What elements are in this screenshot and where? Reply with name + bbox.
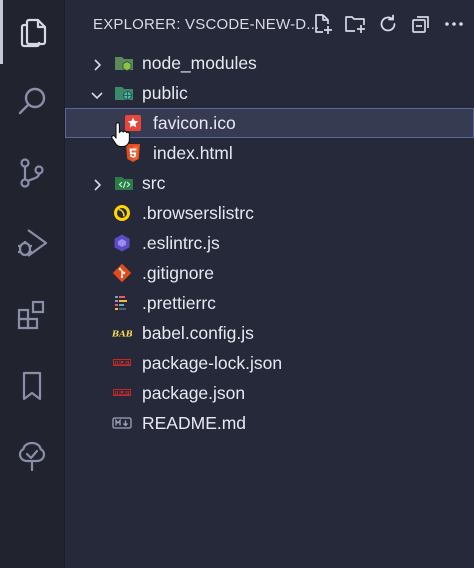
collapse-all-icon xyxy=(412,16,429,33)
tree-item-babel-config[interactable]: BABEL babel.config.js xyxy=(65,318,474,348)
folder-src-icon xyxy=(114,173,134,193)
tree-item-label: package.json xyxy=(142,382,246,403)
chevron-right-icon xyxy=(90,176,104,191)
chevron-down-icon xyxy=(90,86,104,100)
new-folder-button[interactable] xyxy=(343,12,367,36)
explorer-header: EXPLORER: VSCODE-NEW-D... xyxy=(65,0,474,48)
file-tree: node_modules public favicon.ico index.ht… xyxy=(65,48,474,438)
activity-tree-view[interactable] xyxy=(0,425,64,489)
tree-item-label: .browserslistrc xyxy=(142,202,254,223)
browserslist-icon xyxy=(112,203,132,223)
markdown-icon xyxy=(112,413,132,433)
babel-icon: BABEL xyxy=(112,323,132,343)
activity-run-debug[interactable] xyxy=(0,211,64,275)
run-debug-icon xyxy=(18,229,48,257)
activity-extensions[interactable] xyxy=(0,283,64,347)
tree-item-label: babel.config.js xyxy=(142,322,254,343)
tree-item-label: public xyxy=(142,82,188,103)
tree-item-label: .eslintrc.js xyxy=(142,232,220,253)
explorer-title: EXPLORER: VSCODE-NEW-D... xyxy=(93,15,320,33)
new-file-button[interactable] xyxy=(310,12,334,36)
tree-item-prettierrc[interactable]: .prettierrc xyxy=(65,288,474,318)
collapse-all-button[interactable] xyxy=(409,12,433,36)
npm-icon xyxy=(112,353,132,373)
source-control-icon xyxy=(20,158,44,188)
activity-source-control[interactable] xyxy=(0,141,64,205)
tree-item-label: package-lock.json xyxy=(142,352,283,373)
explorer-panel: EXPLORER: VSCODE-NEW-D... node_modules p… xyxy=(65,0,474,568)
tree-item-label: .prettierrc xyxy=(142,292,216,313)
favicon-icon xyxy=(123,113,143,133)
chevron-right-icon xyxy=(90,56,104,71)
tree-icon xyxy=(18,441,46,472)
activity-bar xyxy=(0,0,65,568)
tree-item-package-lock[interactable]: package-lock.json xyxy=(65,348,474,378)
tree-item-label: src xyxy=(142,172,166,193)
prettier-icon xyxy=(112,293,132,313)
tree-item-browserslistrc[interactable]: .browserslistrc xyxy=(65,198,474,228)
explorer-actions xyxy=(310,12,466,36)
search-icon xyxy=(18,87,46,115)
tree-item-gitignore[interactable]: .gitignore xyxy=(65,258,474,288)
refresh-button[interactable] xyxy=(376,12,400,36)
tree-item-src[interactable]: src xyxy=(65,168,474,198)
tree-item-eslintrc[interactable]: .eslintrc.js xyxy=(65,228,474,258)
activity-bookmarks[interactable] xyxy=(0,354,64,418)
new-folder-icon xyxy=(345,16,365,33)
html5-icon xyxy=(123,143,143,163)
tree-item-favicon[interactable]: favicon.ico xyxy=(65,108,474,138)
activity-explorer[interactable] xyxy=(0,0,64,64)
files-icon xyxy=(20,18,46,48)
refresh-icon xyxy=(380,14,396,32)
ellipsis-icon xyxy=(445,22,463,26)
eslint-icon xyxy=(112,233,132,253)
folder-public-icon xyxy=(114,83,134,103)
new-file-icon xyxy=(315,14,332,34)
tree-item-label: index.html xyxy=(153,142,233,163)
extensions-icon xyxy=(17,300,45,330)
tree-item-package-json[interactable]: package.json xyxy=(65,378,474,408)
bookmark-icon xyxy=(22,371,42,401)
npm-icon xyxy=(112,383,132,403)
tree-item-label: favicon.ico xyxy=(153,112,236,133)
more-actions-button[interactable] xyxy=(442,12,466,36)
tree-item-label: .gitignore xyxy=(142,262,214,283)
svg-text:BABEL: BABEL xyxy=(112,330,132,340)
tree-item-readme[interactable]: README.md xyxy=(65,408,474,438)
tree-item-index-html[interactable]: index.html xyxy=(65,138,474,168)
tree-item-public[interactable]: public xyxy=(65,78,474,108)
git-icon xyxy=(112,263,132,283)
tree-item-label: README.md xyxy=(142,412,247,433)
tree-item-label: node_modules xyxy=(142,52,257,73)
folder-node-icon xyxy=(114,53,134,73)
activity-search[interactable] xyxy=(0,70,64,134)
tree-item-node-modules[interactable]: node_modules xyxy=(65,48,474,78)
